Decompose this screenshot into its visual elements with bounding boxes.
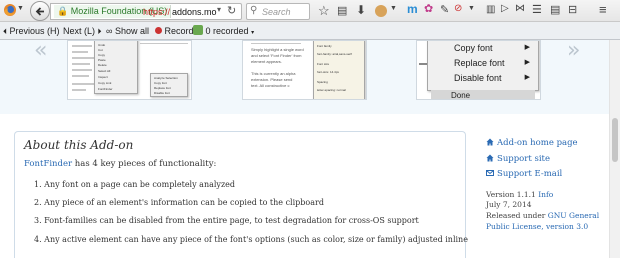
show-all-button[interactable]: ∞ Show all: [106, 24, 149, 38]
recorded-dropdown-icon: ▾: [251, 30, 255, 36]
chevron-down-icon[interactable]: ▼: [17, 5, 24, 12]
firefox-icon[interactable]: [3, 3, 17, 17]
submenu-arrow-icon: ▶: [524, 74, 530, 81]
panel-icon[interactable]: ⊟: [568, 3, 577, 16]
next-label: Next: [63, 26, 82, 36]
version-text: Version 1.1.1 Info: [486, 190, 553, 199]
menu-list-icon[interactable]: ☰: [532, 3, 542, 16]
about-title: About this Add-on: [24, 138, 134, 152]
play-icon[interactable]: ▷: [501, 3, 509, 14]
reload-icon[interactable]: ↻: [227, 4, 236, 17]
previous-icon: ⏴: [3, 27, 7, 36]
feature-item: 4. Any active element can have any piece…: [34, 235, 468, 244]
addon-home-link[interactable]: Add-on home page: [486, 138, 578, 148]
screenshot-3[interactable]: Copy font ▶ Replace font ▶ Disable font ▶ D…: [416, 40, 541, 100]
replace-font-menu-item[interactable]: Replace font ▶: [428, 55, 538, 71]
next-button[interactable]: Next (L) ⏵: [63, 24, 102, 38]
submenu-arrow-icon: ▶: [524, 44, 530, 51]
carousel-prev-arrow-icon[interactable]: «: [34, 38, 47, 63]
browser-toolbar: ▼ 🔒 Mozilla Foundation (US) https:// add…: [0, 0, 620, 22]
hamburger-menu-icon[interactable]: ≡: [599, 2, 607, 17]
scrollbar-thumb[interactable]: [612, 118, 618, 162]
lock-icon: 🔒: [57, 6, 69, 16]
findbar: ⏴ Previous (H) Next (L) ⏵ ∞ Show all Rec…: [0, 22, 620, 40]
disable-font-menu-item[interactable]: Disable font ▶: [428, 70, 538, 86]
addon-icon[interactable]: [375, 5, 387, 17]
feature-item: 1. Any font on a page can be completely …: [34, 180, 236, 189]
search-icon: ⚲: [250, 5, 258, 16]
search-bar[interactable]: ⚲ Search: [246, 3, 310, 20]
release-date: July 7, 2014: [486, 200, 532, 209]
previous-key: (H): [47, 26, 60, 36]
addon-dropdown-icon[interactable]: ▼: [390, 5, 397, 12]
mini-context-menu: Undo Cut Copy Paste Delete Select All In…: [94, 41, 138, 94]
carousel-next-arrow-icon[interactable]: »: [567, 38, 580, 63]
done-label: Done: [451, 91, 471, 100]
show-all-label: Show all: [114, 26, 149, 36]
license-text: Released under GNU General: [486, 211, 599, 220]
recorded-button[interactable]: 0 recorded ▾: [193, 24, 254, 38]
extension-icon[interactable]: ✿: [424, 2, 433, 15]
back-button[interactable]: [30, 1, 50, 21]
m-extension-icon[interactable]: m: [407, 2, 418, 16]
support-site-link[interactable]: Support site: [486, 154, 550, 164]
support-email-label: Support E-mail: [497, 169, 563, 179]
envelope-icon: [486, 170, 494, 176]
support-site-label: Support site: [497, 154, 551, 164]
next-icon: ⏵: [97, 27, 102, 36]
mini-font-panel: Font family font-family: arial,sans-seri…: [313, 41, 365, 99]
copy-font-menu-item[interactable]: Copy font ▶: [428, 41, 538, 56]
feature-item: 3. Font-families can be disabled from th…: [34, 216, 419, 225]
url-host: addons.mo: [172, 7, 217, 17]
disable-font-label: Disable font: [454, 73, 502, 83]
done-row[interactable]: Done: [431, 90, 535, 100]
license-text-2: Public License, version 3.0: [486, 222, 588, 231]
glasses-icon: ∞: [106, 26, 113, 36]
mini-submenu: Analyze Selection Copy font Replace font…: [150, 73, 188, 97]
search-input[interactable]: Search: [262, 6, 291, 19]
previous-button[interactable]: ⏴ Previous (H): [3, 24, 60, 38]
url-prefix: https://: [143, 7, 171, 17]
about-addon-section: About this Add-on FontFinder has 4 key p…: [14, 131, 468, 258]
url-dropdown-icon[interactable]: ▾: [217, 5, 221, 14]
submenu-arrow-icon: ▶: [524, 59, 530, 66]
copy-font-label: Copy font: [454, 43, 493, 53]
record-label: Record: [164, 26, 194, 36]
license-link-2[interactable]: Public License, version 3.0: [486, 222, 588, 231]
screenshot-carousel: « » Undo Cut Copy Paste Delete Select Al…: [0, 38, 620, 114]
license-prefix: Released under: [486, 211, 546, 220]
grid-icon[interactable]: ▥: [486, 4, 495, 15]
dropdown-icon[interactable]: ▼: [468, 5, 475, 12]
bookmark-star-icon[interactable]: ☆: [318, 3, 330, 19]
vertical-scrollbar[interactable]: [609, 40, 620, 258]
intro-text: has 4 key pieces of functionality:: [72, 159, 217, 169]
sidebar-icon[interactable]: ▤: [550, 3, 560, 16]
support-email-link[interactable]: Support E-mail: [486, 169, 562, 179]
screenshot-2[interactable]: Simply highlight a single word and selec…: [242, 40, 367, 100]
recorded-icon: [193, 25, 203, 35]
version-info-link[interactable]: Info: [538, 190, 553, 199]
about-intro: FontFinder has 4 key pieces of functiona…: [24, 159, 216, 169]
license-link[interactable]: GNU General: [548, 211, 599, 220]
fontfinder-link[interactable]: FontFinder: [24, 159, 72, 169]
replace-font-label: Replace font: [454, 58, 505, 68]
record-button[interactable]: Record: [155, 24, 194, 38]
stop-icon[interactable]: ⊘: [454, 3, 462, 14]
feature-item: 2. Any piece of an element's information…: [34, 198, 324, 207]
recorded-label: 0 recorded: [205, 26, 249, 36]
url-bar[interactable]: 🔒 Mozilla Foundation (US) https:// addon…: [50, 3, 242, 20]
screenshot-1[interactable]: Undo Cut Copy Paste Delete Select All In…: [67, 40, 192, 100]
download-icon[interactable]: ⬇: [356, 3, 366, 17]
font-context-menu: Copy font ▶ Replace font ▶ Disable font ▶: [427, 41, 539, 91]
home-icon: [486, 154, 494, 162]
addon-home-label: Add-on home page: [497, 138, 578, 148]
version-label: Version 1.1.1: [486, 190, 536, 199]
next-key: (L): [84, 26, 96, 36]
record-icon: [155, 27, 162, 34]
edit-icon[interactable]: ✎: [440, 3, 449, 16]
previous-label: Previous: [9, 26, 45, 36]
home-icon: [486, 138, 494, 146]
stack-icon[interactable]: ⋈: [515, 3, 525, 14]
reading-list-icon[interactable]: ▤: [337, 4, 347, 17]
